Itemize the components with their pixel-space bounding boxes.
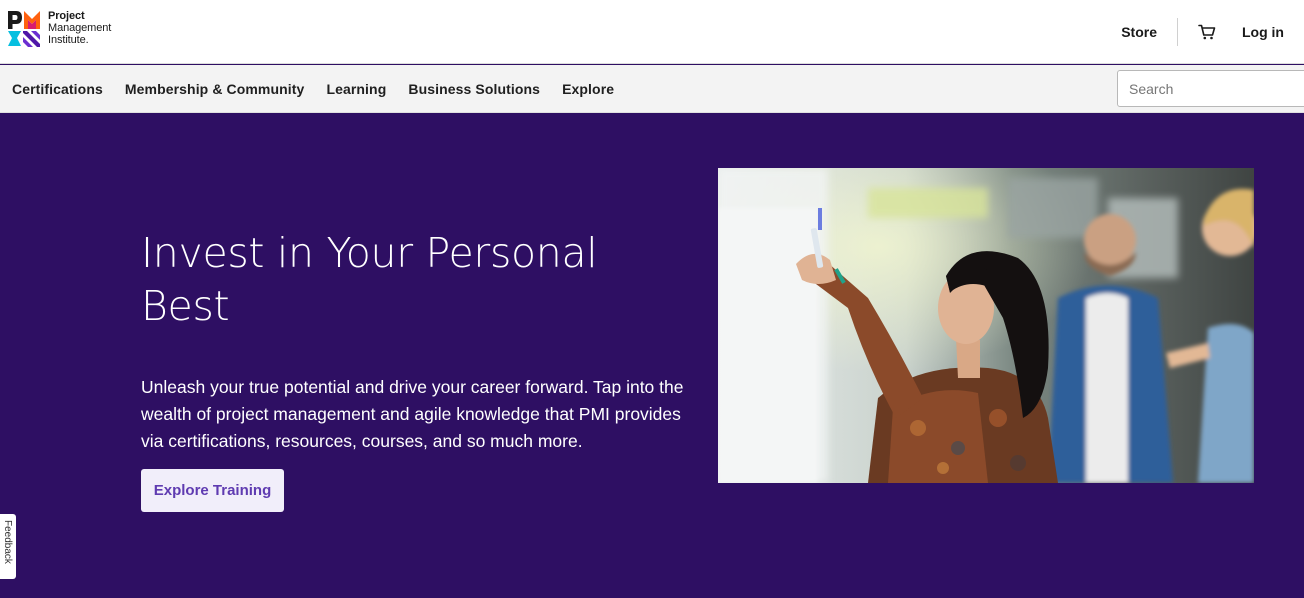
pmi-logo[interactable]: Project Management Institute. <box>7 10 111 48</box>
login-link[interactable]: Log in <box>1242 24 1284 40</box>
nav-item-membership-community[interactable]: Membership & Community <box>125 81 305 97</box>
hero-photo-illustration <box>718 168 1254 483</box>
nav-menu: Certifications Membership & Community Le… <box>12 65 636 113</box>
explore-training-button[interactable]: Explore Training <box>141 469 284 512</box>
hero-title: Invest in Your Personal Best <box>141 229 598 330</box>
feedback-label: Feedback <box>2 520 13 564</box>
nav-item-learning[interactable]: Learning <box>326 81 386 97</box>
shopping-cart-icon[interactable] <box>1198 24 1216 40</box>
search-input[interactable] <box>1117 70 1304 107</box>
nav-item-certifications[interactable]: Certifications <box>12 81 103 97</box>
hero-image <box>718 168 1254 483</box>
store-link[interactable]: Store <box>1121 18 1178 46</box>
nav-item-business-solutions[interactable]: Business Solutions <box>408 81 540 97</box>
feedback-tab[interactable]: Feedback <box>0 514 16 579</box>
logo-line-2: Management <box>48 22 112 34</box>
main-nav: Certifications Membership & Community Le… <box>0 65 1304 113</box>
logo-line-1: Project <box>48 10 85 22</box>
hero-description: Unleash your true potential and drive yo… <box>141 377 684 451</box>
header-actions: Store Log in <box>1121 0 1284 64</box>
nav-item-explore[interactable]: Explore <box>562 81 614 97</box>
logo-wordmark: Project Management Institute. <box>48 10 111 46</box>
top-header: Project Management Institute. Store Log … <box>0 0 1304 64</box>
logo-line-3: Institute. <box>48 34 89 46</box>
pmi-logo-icon <box>8 11 40 47</box>
